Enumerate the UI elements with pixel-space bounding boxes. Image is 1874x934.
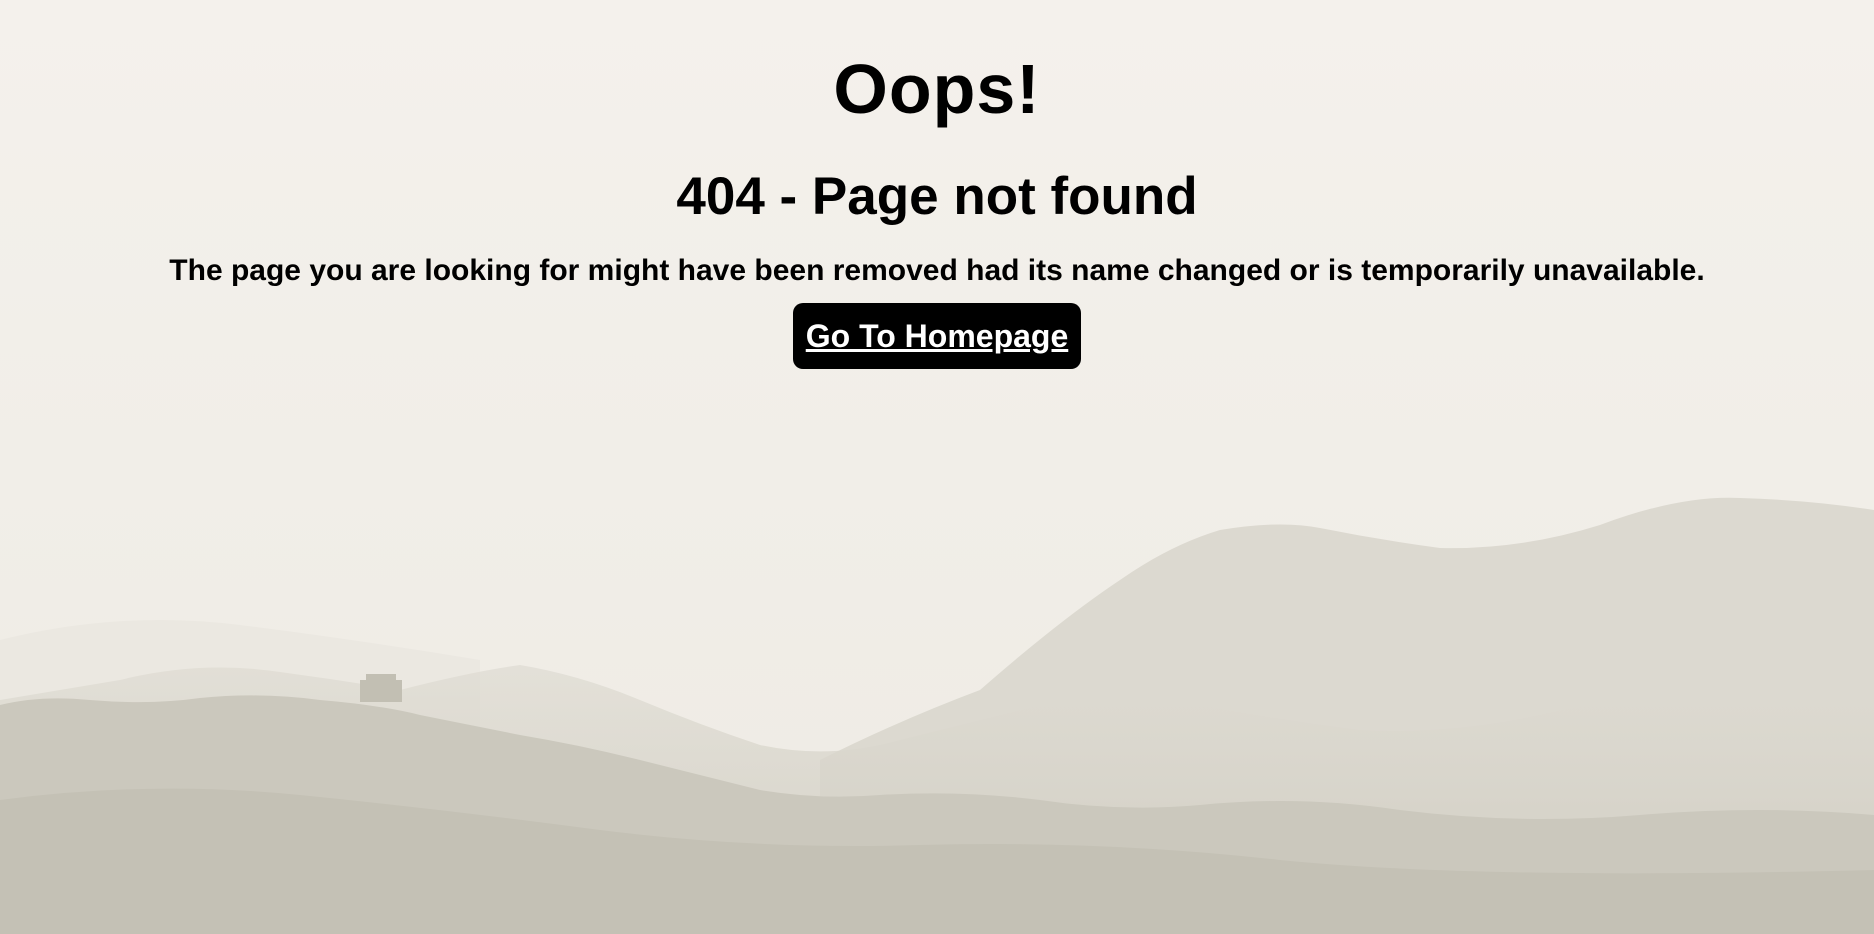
error-content: Oops! 404 - Page not found The page you … <box>0 0 1874 369</box>
go-to-homepage-button[interactable]: Go To Homepage <box>792 303 1082 369</box>
page-title: Oops! <box>833 50 1041 128</box>
error-message: The page you are looking for might have … <box>169 254 1705 287</box>
button-wrapper: Go To Homepage <box>0 303 1874 369</box>
error-subtitle: 404 - Page not found <box>676 167 1198 226</box>
